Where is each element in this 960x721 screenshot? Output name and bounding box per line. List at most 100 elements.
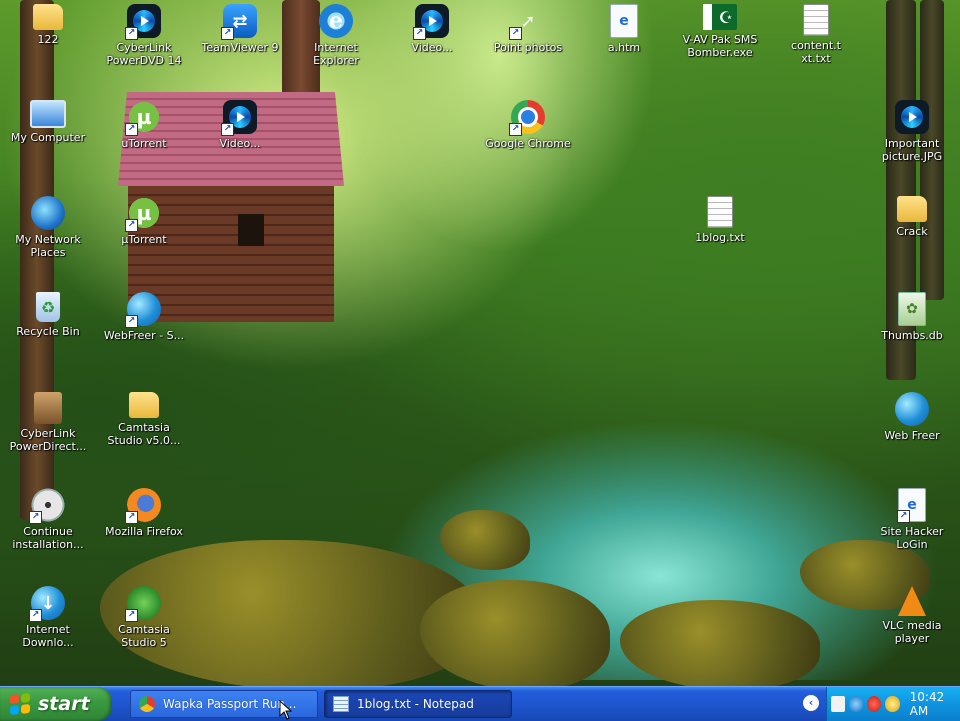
desktop-icon-webfreer[interactable]: ↗ WebFreer - S...	[98, 292, 190, 342]
icon-label: Internet Explorer	[313, 41, 359, 67]
windows-logo-icon	[10, 692, 30, 716]
globe-icon	[895, 392, 929, 426]
media-player-icon	[895, 100, 929, 134]
icon-label: Web Freer	[884, 429, 940, 442]
software-box-icon	[34, 392, 62, 424]
icon-label: Thumbs.db	[881, 329, 943, 342]
vlc-icon	[898, 586, 926, 616]
desktop-icon-utorrent[interactable]: µ ↗ µTorrent	[98, 196, 190, 246]
utorrent-icon: µ ↗	[125, 196, 161, 232]
firefox-icon: ↗	[125, 488, 161, 524]
desktop-icon-camtasia-studio[interactable]: ↗ Camtasia Studio 5	[98, 586, 190, 649]
icon-label: Recycle Bin	[16, 325, 80, 338]
network-icon	[31, 196, 65, 230]
task-label: 1blog.txt - Notepad	[357, 697, 474, 711]
icon-label: a.htm	[607, 41, 641, 54]
download-manager-icon: ↓ ↗	[29, 586, 65, 622]
desktop-icon-teamviewer[interactable]: ⇄ ↗ TeamViewer 9	[194, 4, 286, 54]
icon-label: My Computer	[10, 131, 86, 144]
desktop-icon-content-file[interactable]: content.t xt.txt	[770, 4, 862, 65]
desktop-icon-camtasia-studio-folder[interactable]: Camtasia Studio v5.0...	[98, 392, 190, 447]
computer-icon	[30, 100, 66, 128]
desktop-icon-my-network-places[interactable]: My Network Places	[2, 196, 94, 259]
folder-icon	[897, 196, 927, 222]
desktop-icon-continue-installation[interactable]: ↗ Continue installation...	[2, 488, 94, 551]
desktop-wallpaper: 122 ↗ CyberLink PowerDVD 14 ⇄ ↗ TeamViewe…	[0, 0, 960, 686]
volume-icon[interactable]	[831, 696, 846, 712]
desktop-icon-pak-sms-bomber[interactable]: ☪ V-AV Pak SMS Bomber.exe	[674, 4, 766, 59]
desktop-icon-mozilla-firefox[interactable]: ↗ Mozilla Firefox	[98, 488, 190, 538]
icon-label: VLC media player	[882, 619, 942, 645]
desktop-icon-my-computer[interactable]: My Computer	[2, 100, 94, 144]
desktop-icon-utorrent-shortcut[interactable]: µ ↗ uTorrent	[98, 100, 190, 150]
notepad-icon	[333, 696, 349, 712]
internet-explorer-icon: e	[319, 4, 353, 38]
mill-window	[238, 214, 264, 246]
icon-label: content.t xt.txt	[791, 39, 841, 65]
start-label: start	[38, 693, 90, 715]
system-tray: ‹ 10:42 AM	[803, 687, 960, 721]
desktop-icon-site-hacker-login[interactable]: e ↗ Site Hacker LoGin	[866, 488, 958, 551]
text-file-icon	[803, 4, 829, 36]
desktop-icon-internet-download-manager[interactable]: ↓ ↗ Internet Downlo...	[2, 586, 94, 649]
taskbar-button-notepad-window[interactable]: 1blog.txt - Notepad	[324, 690, 512, 718]
icon-label: Google Chrome	[485, 137, 571, 150]
desktop-icon-media-shortcut-2[interactable]: ↗ Video...	[194, 100, 286, 150]
folder-icon	[129, 392, 159, 418]
desktop-icon-cyberlink-powerdirector[interactable]: CyberLink PowerDirect...	[2, 392, 94, 453]
icon-label: Camtasia Studio v5.0...	[107, 421, 181, 447]
icon-label: 122	[37, 33, 59, 46]
icon-label: V-AV Pak SMS Bomber.exe	[682, 33, 758, 59]
desktop-icon-internet-explorer[interactable]: e Internet Explorer	[290, 4, 382, 67]
chat-icon[interactable]	[885, 696, 900, 712]
chrome-icon	[139, 696, 155, 712]
icon-label: Internet Downlo...	[22, 623, 74, 649]
clock[interactable]: 10:42 AM	[910, 690, 960, 718]
desktop-icon-1blog-txt[interactable]: 1blog.txt	[674, 196, 766, 244]
icon-label: Important picture.JPG	[881, 137, 943, 163]
icon-label: Video...	[411, 41, 453, 54]
desktop-icon-important-picture[interactable]: Important picture.JPG	[866, 100, 958, 163]
icon-label: uTorrent	[121, 137, 167, 150]
folder-icon	[33, 4, 63, 30]
desktop-icon-pointer-shortcut[interactable]: ➚ ↗ Point photos	[482, 4, 574, 55]
desktop-icon-recycle-bin[interactable]: ♻ Recycle Bin	[2, 292, 94, 338]
wallpaper-rock	[420, 580, 610, 686]
desktop-icon-vlc-media-player[interactable]: VLC media player	[866, 586, 958, 645]
media-player-icon: ↗	[125, 4, 161, 40]
desktop-icon-web-freer[interactable]: Web Freer	[866, 392, 958, 442]
desktop-icon-htm-file[interactable]: e a.htm	[578, 4, 670, 54]
cd-install-icon: ↗	[29, 488, 65, 524]
desktop-icon-folder-122[interactable]: 122	[2, 4, 94, 46]
desktop-icon-thumbs-db[interactable]: ✿ Thumbs.db	[866, 292, 958, 342]
task-label: Wapka Passport Run...	[163, 697, 297, 711]
mouse-cursor-icon	[279, 700, 293, 720]
chrome-icon: ↗	[509, 100, 545, 136]
icon-label: My Network Places	[15, 233, 81, 259]
icon-label: Continue installation...	[12, 525, 84, 551]
recycle-bin-icon: ♻	[36, 292, 60, 322]
desktop-icon-google-chrome[interactable]: ↗ Google Chrome	[482, 100, 574, 150]
desktop-icon-media-shortcut-top[interactable]: ↗ Video...	[386, 4, 478, 54]
teamviewer-icon: ⇄ ↗	[221, 4, 257, 40]
desktop-icon-crack-folder[interactable]: Crack	[866, 196, 958, 238]
utorrent-icon: µ ↗	[125, 100, 161, 136]
pakistan-flag-icon: ☪	[703, 4, 737, 30]
start-button[interactable]: start	[0, 687, 112, 721]
icon-label: WebFreer - S...	[103, 329, 185, 342]
wallpaper-rock	[620, 600, 820, 686]
icon-label: 1blog.txt	[695, 231, 745, 244]
icon-label: Point photos	[493, 41, 563, 54]
icon-label: TeamViewer 9	[201, 41, 279, 54]
icon-label: Mozilla Firefox	[105, 525, 183, 538]
html-file-icon: e	[610, 4, 638, 38]
icon-label: Crack	[896, 225, 928, 238]
taskbar: start Wapka Passport Run... 1blog.txt - …	[0, 686, 960, 721]
desktop-icon-cyberlink-powerdvd[interactable]: ↗ CyberLink PowerDVD 14	[98, 4, 190, 67]
antivirus-icon[interactable]	[867, 696, 882, 712]
icon-label: CyberLink PowerDirect...	[9, 427, 87, 453]
text-file-icon	[707, 196, 733, 228]
html-file-icon: e ↗	[897, 488, 926, 523]
tray-expand-icon[interactable]: ‹	[803, 695, 819, 711]
network-status-icon[interactable]	[849, 696, 864, 712]
